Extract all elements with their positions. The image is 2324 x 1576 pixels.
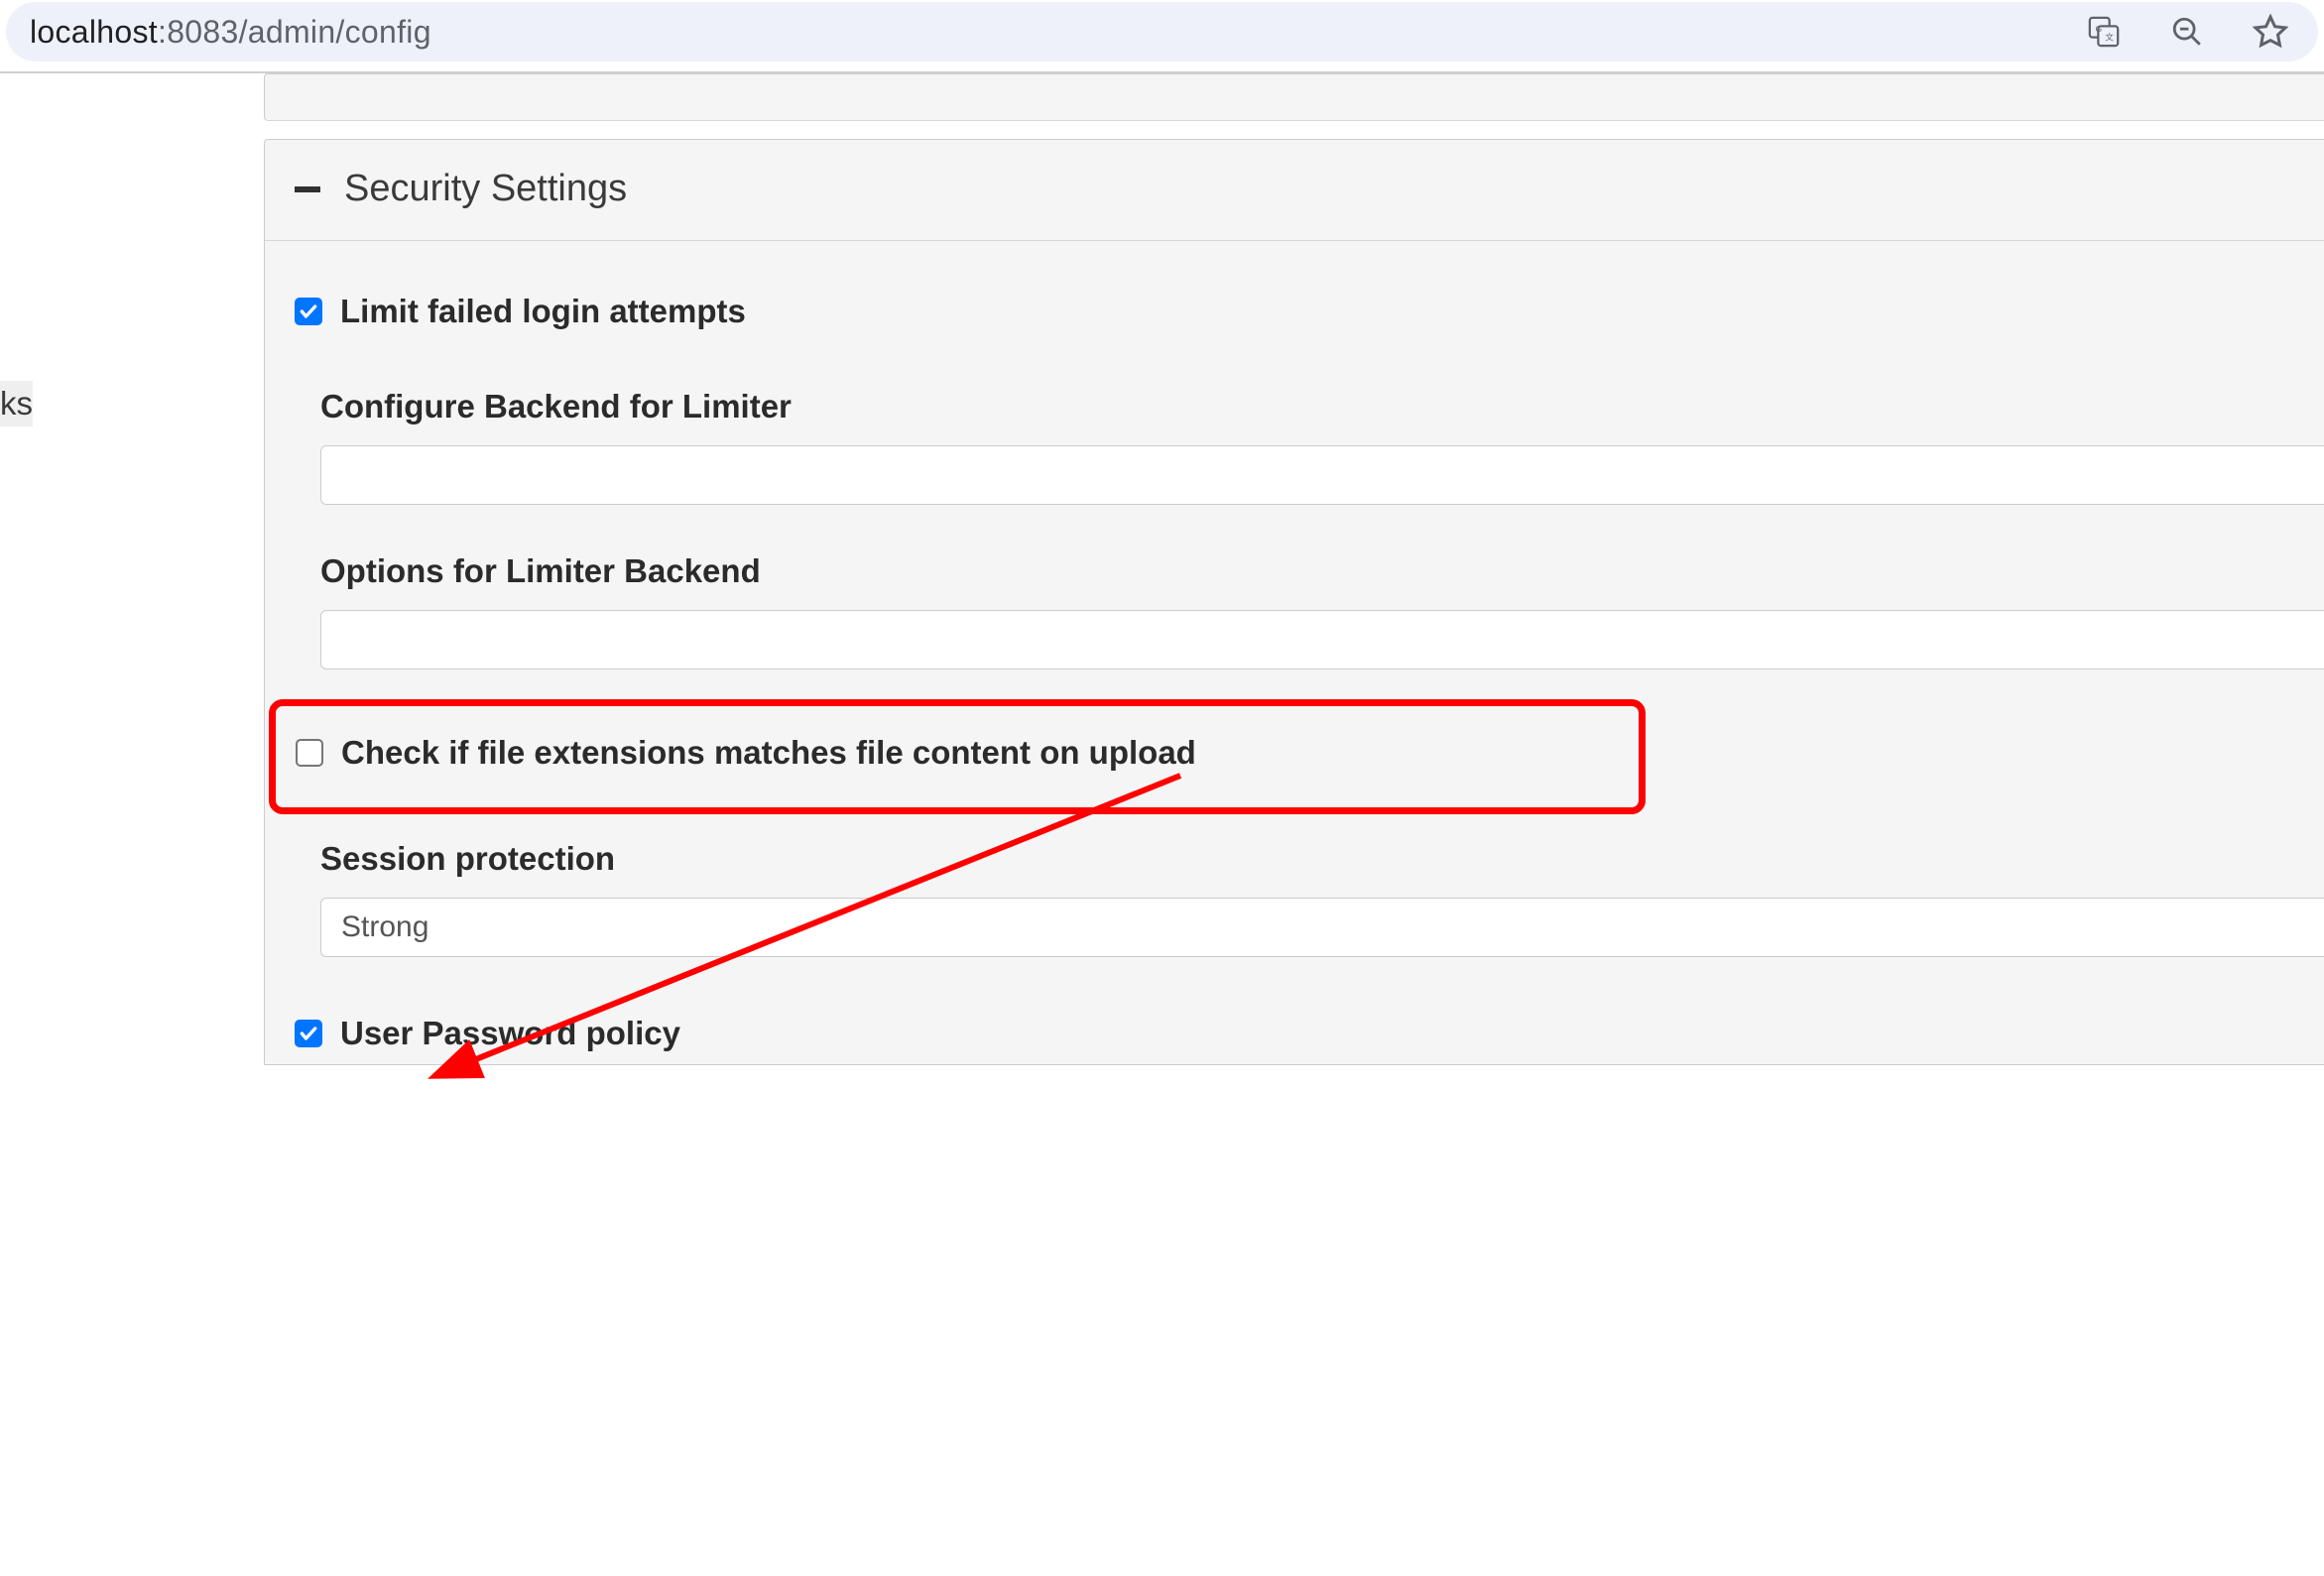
url-text: localhost:8083/admin/config — [30, 14, 431, 51]
backend-limiter-input[interactable] — [320, 445, 2324, 505]
browser-address-bar[interactable]: localhost:8083/admin/config G 文 — [6, 2, 2318, 61]
svg-text:文: 文 — [2105, 33, 2114, 43]
limit-failed-login-checkbox[interactable] — [295, 298, 322, 325]
translate-icon[interactable]: G 文 — [2086, 14, 2122, 50]
sidebar-fragment: ks — [0, 381, 33, 426]
password-policy-label: User Password policy — [340, 1015, 680, 1052]
check-file-ext-wrap[interactable]: Check if file extensions matches file co… — [296, 734, 1196, 772]
limit-failed-login-wrap[interactable]: Limit failed login attempts — [295, 293, 746, 330]
browser-actions: G 文 — [2086, 14, 2288, 50]
security-settings-panel: Security Settings Limit failed login att… — [264, 139, 2324, 1065]
star-icon[interactable] — [2253, 14, 2288, 50]
password-policy-row: User Password policy — [265, 1003, 2324, 1064]
zoom-out-icon[interactable] — [2169, 14, 2205, 50]
main-area: Security Settings Limit failed login att… — [264, 73, 2324, 1574]
url-host: localhost — [30, 14, 158, 50]
limit-failed-login-row: Limit failed login attempts — [265, 281, 2324, 342]
session-protection-label: Session protection — [265, 840, 2324, 878]
url-rest: :8083/admin/config — [158, 14, 431, 50]
session-protection-select[interactable]: Strong — [320, 898, 2324, 957]
limit-failed-login-label: Limit failed login attempts — [340, 293, 746, 330]
check-file-ext-checkbox[interactable] — [296, 739, 323, 767]
limiter-options-input[interactable] — [320, 610, 2324, 669]
panel-header[interactable]: Security Settings — [265, 140, 2324, 241]
check-file-ext-label: Check if file extensions matches file co… — [341, 734, 1196, 772]
content: ks Security Settings Limit failed login … — [0, 71, 2324, 1574]
limiter-options-label: Options for Limiter Backend — [265, 552, 2324, 590]
password-policy-wrap[interactable]: User Password policy — [295, 1015, 680, 1052]
check-file-ext-highlight: Check if file extensions matches file co… — [269, 699, 1646, 814]
svg-text:G: G — [2096, 24, 2103, 34]
password-policy-checkbox[interactable] — [295, 1020, 322, 1047]
panel-top-strip — [264, 73, 2324, 121]
panel-body: Limit failed login attempts Configure Ba… — [265, 241, 2324, 1064]
backend-limiter-label: Configure Backend for Limiter — [265, 388, 2324, 425]
collapse-icon — [295, 186, 320, 192]
panel-title: Security Settings — [344, 168, 627, 210]
